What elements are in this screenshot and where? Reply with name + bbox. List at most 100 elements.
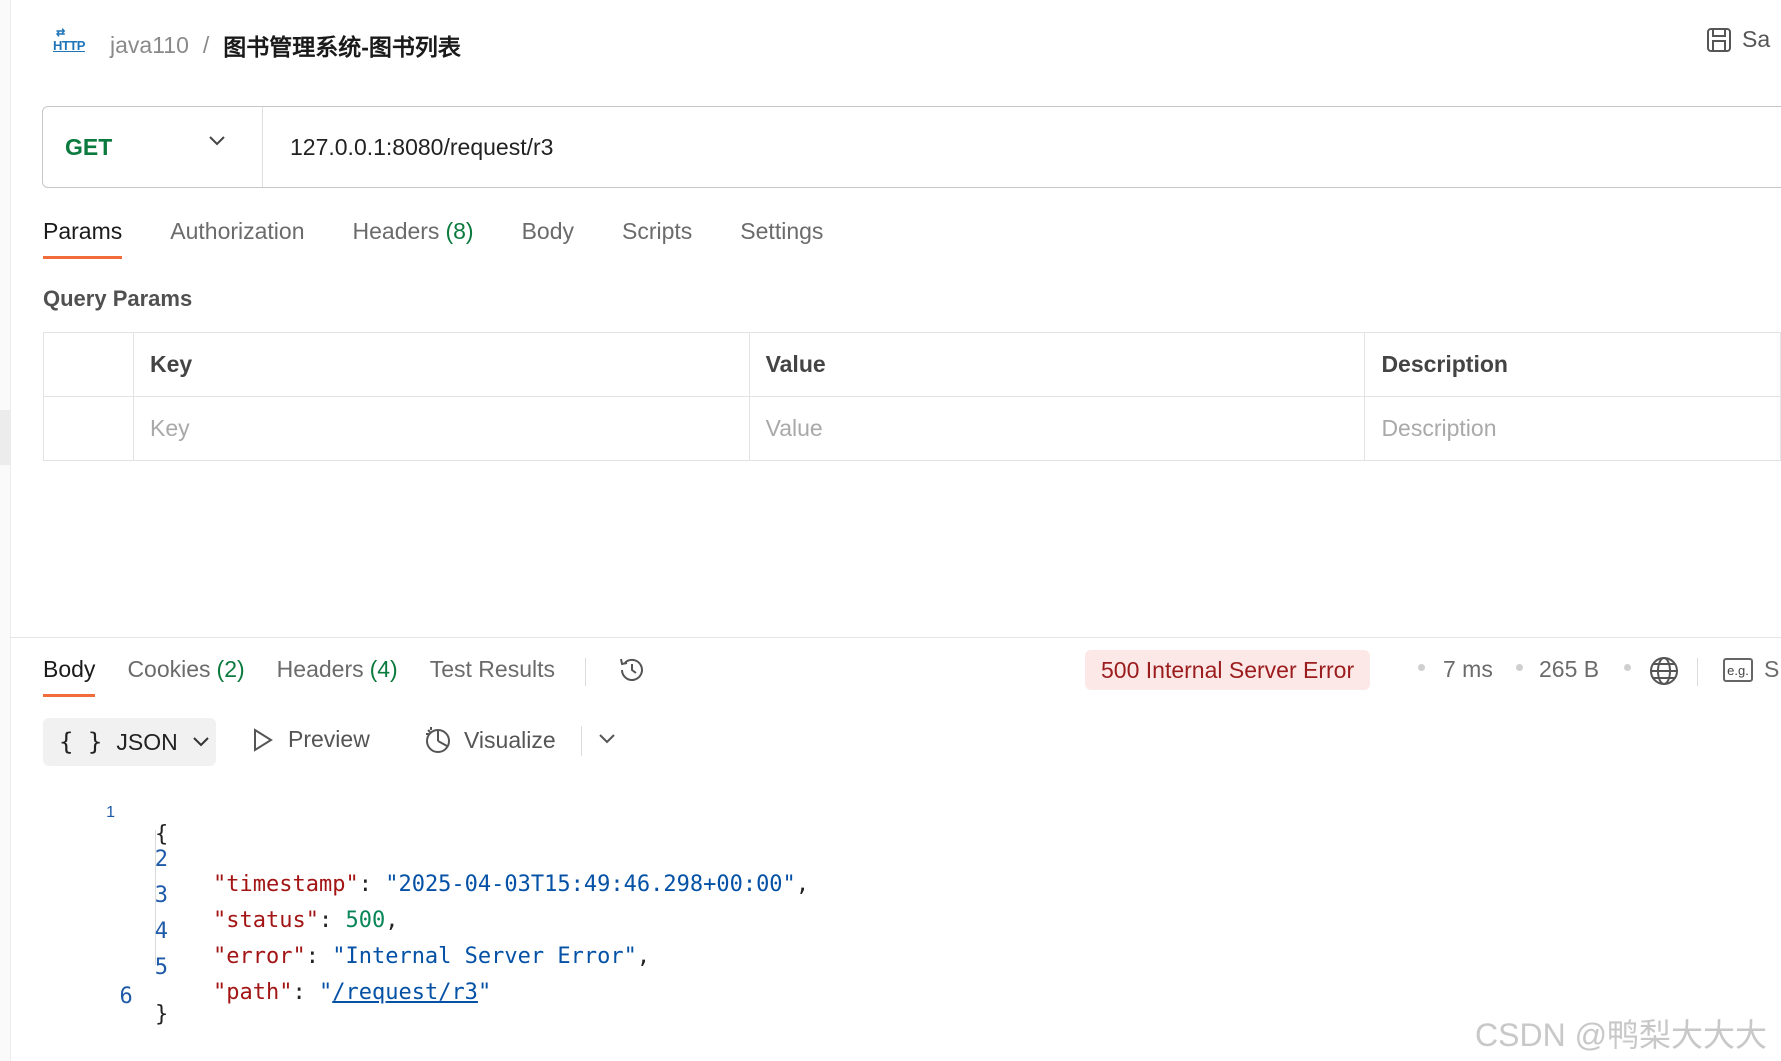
value-input[interactable]: Value xyxy=(748,396,1366,461)
meta-separator xyxy=(1697,658,1698,686)
save-icon xyxy=(1707,27,1731,52)
visualize-separator xyxy=(581,726,582,756)
meta-dot xyxy=(1624,664,1631,671)
format-label: JSON xyxy=(116,728,178,755)
format-select[interactable]: { } JSON xyxy=(43,718,216,766)
code-line: 4 "error": "Internal Server Error", xyxy=(0,894,650,969)
response-tab-cookies-label: Cookies xyxy=(127,656,211,682)
http-icon: ⇄ HTTP xyxy=(53,27,85,53)
request-header: ⇄ HTTP java110 / 图书管理系统-图书列表 xyxy=(50,25,461,65)
status-badge[interactable]: 500 Internal Server Error xyxy=(1085,650,1371,690)
json-key: "path" xyxy=(213,980,293,1005)
response-tab-test-results-label: Test Results xyxy=(429,656,555,682)
chevron-down-icon xyxy=(209,136,225,146)
tab-scripts-label: Scripts xyxy=(622,218,693,244)
example-icon[interactable]: e.g. xyxy=(1723,658,1753,682)
key-input[interactable]: Key xyxy=(133,396,750,461)
query-params-title: Query Params xyxy=(43,286,193,311)
description-input[interactable]: Description xyxy=(1364,396,1781,461)
response-tab-headers[interactable]: Headers (4) xyxy=(277,656,398,697)
json-close-brace: } xyxy=(155,1002,169,1027)
globe-icon[interactable] xyxy=(1648,655,1680,687)
tab-params-label: Params xyxy=(43,218,123,244)
line-number: 4 xyxy=(154,919,168,944)
request-title[interactable]: 图书管理系统-图书列表 xyxy=(223,28,461,62)
sidebar-handle[interactable] xyxy=(0,410,10,465)
chevron-down-icon xyxy=(192,737,209,747)
json-open-brace: { xyxy=(155,822,169,847)
response-tab-cookies-count: (2) xyxy=(216,656,245,682)
json-key: "error" xyxy=(213,944,306,969)
tab-settings[interactable]: Settings xyxy=(740,218,823,259)
tab-scripts[interactable]: Scripts xyxy=(622,218,692,259)
select-column-header xyxy=(43,332,134,397)
tab-headers-label: Headers xyxy=(352,218,440,244)
request-tabs: Params Authorization Headers (8) Body Scr… xyxy=(43,218,871,259)
column-header-description: Description xyxy=(1364,332,1781,397)
json-key: "timestamp" xyxy=(213,872,359,897)
json-value: "Internal Server Error" xyxy=(332,944,637,969)
json-key: "status" xyxy=(213,908,319,933)
code-line: 6 } xyxy=(0,966,169,1027)
row-checkbox-cell[interactable] xyxy=(43,396,134,461)
meta-dot xyxy=(1418,664,1425,671)
preview-label: Preview xyxy=(288,726,370,752)
json-value: 500 xyxy=(345,908,386,933)
response-tab-test-results[interactable]: Test Results xyxy=(430,656,555,697)
response-tab-body[interactable]: Body xyxy=(43,656,96,697)
column-header-value: Value xyxy=(748,332,1366,397)
method-select[interactable]: GET xyxy=(43,107,263,187)
line-number: 3 xyxy=(154,883,168,908)
tab-headers[interactable]: Headers (8) xyxy=(353,218,474,259)
tab-authorization-label: Authorization xyxy=(170,218,305,244)
response-tab-cookies[interactable]: Cookies (2) xyxy=(127,656,244,697)
tab-authorization[interactable]: Authorization xyxy=(170,218,304,259)
tab-settings-label: Settings xyxy=(740,218,824,244)
response-time[interactable]: 7 ms xyxy=(1443,656,1493,683)
column-header-key: Key xyxy=(133,332,750,397)
visualize-icon xyxy=(426,727,450,753)
url-bar: GET xyxy=(42,106,1781,188)
response-tabs: Body Cookies (2) Headers (4) Test Results xyxy=(43,656,648,697)
save-response-label[interactable]: S xyxy=(1764,656,1779,683)
play-icon xyxy=(254,727,273,752)
line-number: 5 xyxy=(154,955,168,980)
tab-params[interactable]: Params xyxy=(43,218,123,259)
json-comma: , xyxy=(795,872,810,897)
code-line: 5 "path": "/request/r3" xyxy=(0,930,491,1005)
breadcrumb-separator: / xyxy=(202,31,210,58)
code-line: 2 "timestamp": "2025-04-03T15:49:46.298+… xyxy=(0,822,809,897)
json-comma: , xyxy=(636,944,651,969)
meta-dot xyxy=(1516,664,1523,671)
history-icon[interactable] xyxy=(616,654,648,686)
pane-divider[interactable] xyxy=(10,637,1781,638)
tab-headers-count: (8) xyxy=(445,218,474,244)
json-comma: , xyxy=(385,908,399,933)
line-number: 1 xyxy=(106,804,115,821)
line-number: 2 xyxy=(154,847,168,872)
visualize-label: Visualize xyxy=(464,726,556,753)
tabs-separator xyxy=(585,658,586,686)
save-label: Sa xyxy=(1742,26,1771,52)
braces-icon: { } xyxy=(59,728,103,756)
tab-body[interactable]: Body xyxy=(522,218,574,259)
code-line: 1 { xyxy=(0,786,168,847)
response-tab-body-label: Body xyxy=(43,656,96,682)
response-tab-headers-label: Headers xyxy=(276,656,364,682)
method-label: GET xyxy=(65,133,113,160)
chevron-down-icon[interactable] xyxy=(598,733,616,745)
breadcrumb-collection[interactable]: java110 xyxy=(110,32,189,59)
response-size[interactable]: 265 B xyxy=(1539,656,1599,683)
url-input[interactable] xyxy=(288,132,1692,162)
visualize-button[interactable]: Visualize xyxy=(422,724,556,756)
response-tab-headers-count: (4) xyxy=(369,656,398,682)
tab-body-label: Body xyxy=(521,218,574,244)
json-value: "2025-04-03T15:49:46.298+00:00" xyxy=(385,872,796,897)
json-path-link[interactable]: /request/r3 xyxy=(332,980,478,1005)
table-row: Key Value Description xyxy=(43,396,1781,461)
watermark: CSDN @鸭梨大大大 xyxy=(1475,1017,1768,1053)
preview-button[interactable]: Preview xyxy=(252,726,370,753)
line-number: 6 xyxy=(119,984,133,1009)
save-button[interactable]: Sa xyxy=(1706,26,1770,53)
query-params-table: Key Value Description Key Value Descript… xyxy=(43,332,1781,461)
